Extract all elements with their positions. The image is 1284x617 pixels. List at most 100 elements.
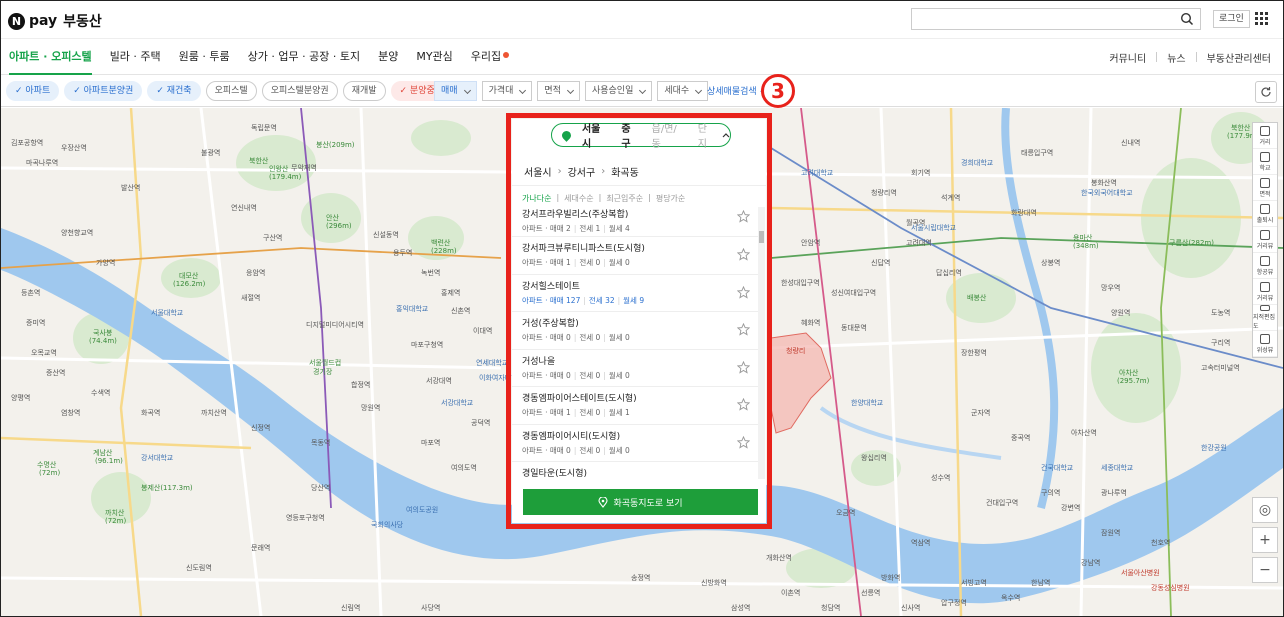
tool-cadastral[interactable]: 지적편집도 <box>1253 305 1277 331</box>
map-label-station: 증미역 <box>26 319 46 327</box>
location-dong[interactable]: 읍/면/동 <box>646 120 692 150</box>
meta-sale: 아파트 · 매매 0 <box>522 370 571 380</box>
map-label-station: 신림역 <box>341 604 361 612</box>
filter-chip-officetel[interactable]: 오피스텔 <box>205 81 257 101</box>
community-link[interactable]: 커뮤니티 <box>1109 50 1146 65</box>
map-label-station: 상봉역 <box>1041 259 1061 267</box>
map-label-park: (74.4m) <box>89 337 117 345</box>
tab-oneroom-tworoom[interactable]: 원룸 · 투룸 <box>179 39 230 75</box>
map-label-station: 고려대역 <box>906 239 932 247</box>
deal-type-select[interactable]: 매매 <box>434 81 477 101</box>
tab-commercial-land[interactable]: 상가 · 업무 · 공장 · 토지 <box>248 39 360 75</box>
price-range-select[interactable]: 가격대 <box>481 81 533 101</box>
map-label-place: 국회의사당 <box>371 521 404 529</box>
filter-chip-redevelopment[interactable]: 재개발 <box>342 81 386 101</box>
map-label-station: 압구정역 <box>941 599 967 607</box>
list-item[interactable]: 경일타운(도시형) <box>512 462 758 479</box>
breadcrumb-city[interactable]: 서울시 <box>524 164 552 179</box>
location-city[interactable]: 서울시 <box>576 120 615 150</box>
tool-street-view[interactable]: 거리뷰 <box>1253 227 1277 253</box>
zoom-in-button[interactable]: + <box>1252 527 1278 553</box>
star-icon[interactable] <box>737 435 750 449</box>
news-link[interactable]: 뉴스 <box>1167 50 1185 65</box>
map-label-park: 경기장 <box>313 368 333 376</box>
location-district[interactable]: 중구 <box>615 120 645 150</box>
map-label-station: 망원역 <box>361 404 381 412</box>
location-selector[interactable]: 서울시 중구 읍/면/동 단지 <box>551 120 731 150</box>
tool-school[interactable]: 학교 <box>1253 149 1277 175</box>
list-scrollbar[interactable] <box>758 207 765 479</box>
detail-search-link[interactable]: 상세매물검색 + <box>707 84 767 97</box>
zoom-out-button[interactable]: − <box>1252 557 1278 583</box>
login-button[interactable]: 로그인 <box>1213 10 1250 28</box>
chevron-up-icon[interactable] <box>722 132 730 138</box>
map-label-station: 중곡역 <box>1011 434 1031 442</box>
filter-chip-apartment[interactable]: ✓ 아파트 <box>6 81 60 101</box>
tool-aerial-view[interactable]: 항공뷰 <box>1253 253 1277 279</box>
map-label-place: 한강공원 <box>1201 444 1227 452</box>
map-label-place: 경희대학교 <box>961 159 994 167</box>
list-item[interactable]: 강서프라우빌리스(주상복합) 아파트 · 매매 2 | 전세 1 | 월세 4 <box>512 207 758 237</box>
breadcrumb-district[interactable]: 강서구 <box>568 164 596 179</box>
list-item[interactable]: 거성나을 아파트 · 매매 0 | 전세 0 | 월세 0 <box>512 350 758 387</box>
sort-price-per-pyeong[interactable]: 평당가순 <box>656 193 685 204</box>
star-icon[interactable] <box>737 360 750 374</box>
scrollbar-thumb[interactable] <box>759 231 764 243</box>
filter-chip-officetel-presale-right[interactable]: 오피스텔분양권 <box>261 81 338 101</box>
filter-chip-apartment-presale-right[interactable]: ✓ 아파트분양권 <box>64 81 143 101</box>
search-input[interactable] <box>912 9 1172 29</box>
complex-name: 강서힐스테이트 <box>522 281 580 292</box>
tool-area[interactable]: 면적 <box>1253 175 1277 201</box>
new-dot-icon <box>503 52 510 58</box>
map-label-station: 옥수역 <box>1001 594 1021 602</box>
tool-commute[interactable]: 출퇴시 <box>1253 201 1277 227</box>
sort-households[interactable]: 세대수순 <box>564 193 593 204</box>
star-icon[interactable] <box>737 248 750 261</box>
star-icon[interactable] <box>737 323 750 336</box>
sort-recent-move-in[interactable]: 최근입주순 <box>606 193 643 204</box>
map-label-station: 서빙고역 <box>961 579 987 587</box>
area-select[interactable]: 면적 <box>537 81 580 101</box>
breadcrumb-dong[interactable]: 화곡동 <box>611 164 639 179</box>
list-item[interactable]: 거성(주상복합) 아파트 · 매매 0 | 전세 0 | 월세 0 <box>512 312 758 350</box>
tool-satellite[interactable]: 위성뷰 <box>1253 331 1277 357</box>
search-icon[interactable] <box>1180 12 1194 26</box>
map-label-station: 가양역 <box>96 259 116 267</box>
map-label-station: 녹번역 <box>421 269 441 277</box>
map-label-place: 세종대학교 <box>1101 464 1134 472</box>
tool-road-view[interactable]: 거리뷰 <box>1253 279 1277 305</box>
agent-center-link[interactable]: 부동산관리센터 <box>1207 50 1271 65</box>
map-label-place: 서울시립대학교 <box>911 224 957 232</box>
list-item[interactable]: 경동엠파이어스테이트(도시형) 아파트 · 매매 1 | 전세 0 | 월세 1 <box>512 387 758 425</box>
tool-distance[interactable]: 거리 <box>1253 123 1277 149</box>
map-label-station: 신도림역 <box>186 564 212 572</box>
tab-presale[interactable]: 분양 <box>378 39 398 75</box>
map-label-station: 성신여대입구역 <box>831 289 877 297</box>
tab-villa-house[interactable]: 빌라 · 주택 <box>110 39 161 75</box>
locate-me-button[interactable]: ◎ <box>1252 497 1278 523</box>
tab-my-home[interactable]: 우리집 <box>471 39 510 75</box>
apps-grid-icon[interactable] <box>1255 12 1268 25</box>
list-item[interactable]: 경동엠파이어시티(도시형) 아파트 · 매매 0 | 전세 0 | 월세 0 <box>512 425 758 462</box>
divider <box>1156 52 1158 62</box>
logo[interactable]: N pay 부동산 <box>8 11 102 31</box>
refresh-button[interactable] <box>1255 81 1277 103</box>
location-complex[interactable]: 단지 <box>692 120 722 150</box>
star-icon[interactable] <box>737 285 750 299</box>
list-item[interactable]: 강서파크뷰루티니파스트(도시형) 아파트 · 매매 1 | 전세 0 | 월세 0 <box>512 237 758 275</box>
map-label-station: 수색역 <box>91 389 111 397</box>
chevron-right-icon: › <box>601 166 606 177</box>
approval-date-select[interactable]: 사용승인일 <box>584 81 653 101</box>
star-icon[interactable] <box>737 398 750 411</box>
tab-my-interest[interactable]: MY관심 <box>416 39 452 75</box>
filter-chip-reconstruction[interactable]: ✓ 재건축 <box>147 81 201 101</box>
list-item[interactable]: 강서힐스테이트 아파트 · 매매 127 | 전세 32 | 월세 9 <box>512 275 758 312</box>
map-label-station: 태릉입구역 <box>1021 149 1054 157</box>
tab-apartment-officetel[interactable]: 아파트 · 오피스텔 <box>9 39 92 75</box>
sort-alphabetical[interactable]: 가나다순 <box>522 193 551 204</box>
star-icon[interactable] <box>737 210 750 223</box>
meta-monthly: 월세 9 <box>623 295 645 305</box>
households-select[interactable]: 세대수 <box>657 81 709 101</box>
view-dong-map-button[interactable]: 화곡동지도로 보기 <box>523 489 758 515</box>
map-label-park: (295.7m) <box>1117 377 1150 385</box>
